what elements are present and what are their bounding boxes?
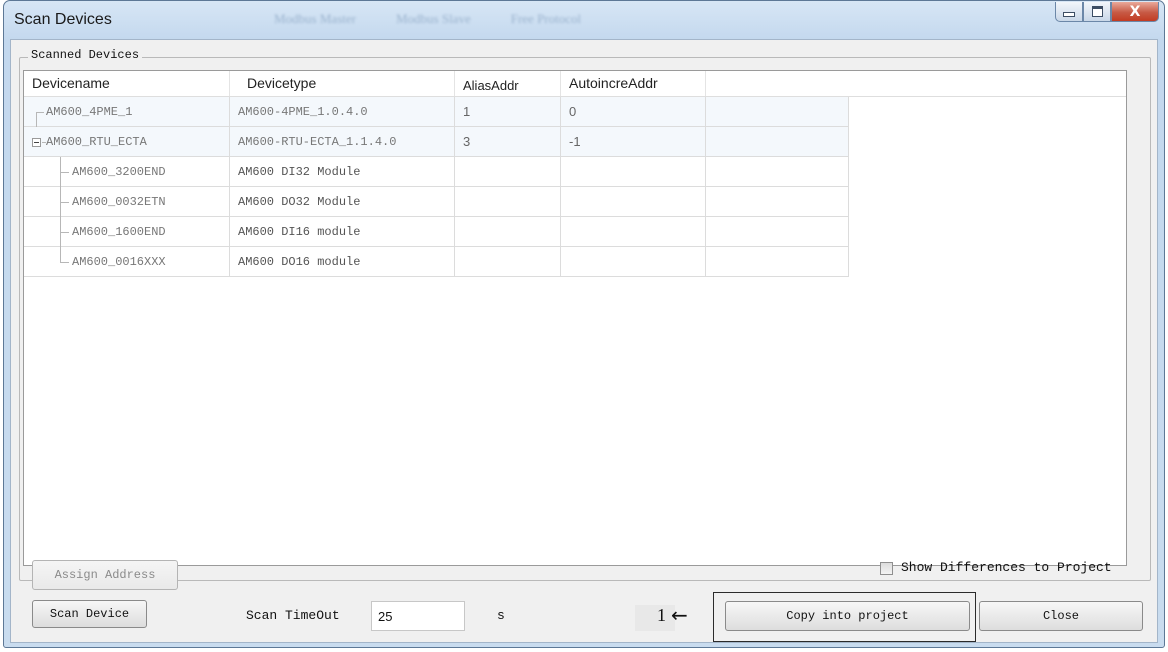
scan-devices-window: Scan Devices Modbus Master Modbus Slave … (3, 0, 1165, 648)
autoincre-addr: -1 (561, 127, 706, 157)
device-type: AM600 DO32 Module (230, 187, 455, 217)
close-window-button[interactable]: X (1111, 2, 1159, 22)
autoincre-addr (561, 217, 706, 247)
table-row[interactable]: AM600_RTU_ECTA AM600-RTU-ECTA_1.1.4.0 3 … (24, 127, 849, 157)
device-table[interactable]: Devicename Devicetype AliasAddr Autoincr… (23, 70, 1127, 566)
title-bar[interactable]: Scan Devices Modbus Master Modbus Slave … (4, 1, 1164, 39)
alias-addr (455, 187, 561, 217)
tree-connector (60, 202, 69, 203)
device-name: AM600_3200END (24, 157, 230, 187)
table-row[interactable]: AM600_1600END AM600 DI16 module (24, 217, 849, 247)
device-type: AM600 DO16 module (230, 247, 455, 277)
device-type: AM600 DI16 module (230, 217, 455, 247)
annotation-arrow-icon: ← (671, 603, 688, 627)
annotation-number: 1 (657, 605, 666, 625)
close-icon: X (1129, 3, 1141, 20)
table-row[interactable]: AM600_0032ETN AM600 DO32 Module (24, 187, 849, 217)
table-header: Devicename Devicetype AliasAddr Autoincr… (24, 71, 1126, 97)
column-header-autoincreaddr[interactable]: AutoincreAddr (561, 71, 706, 96)
alias-addr (455, 217, 561, 247)
tree-connector (60, 172, 69, 173)
device-type: AM600 DI32 Module (230, 157, 455, 187)
device-type: AM600-4PME_1.0.4.0 (230, 97, 455, 127)
scan-timeout-input[interactable] (371, 601, 465, 631)
column-header-aliasaddr[interactable]: AliasAddr (455, 71, 561, 96)
collapse-icon[interactable] (32, 138, 41, 147)
minimize-button[interactable] (1055, 2, 1083, 22)
tree-connector (36, 112, 37, 127)
tree-connector (60, 232, 69, 233)
autoincre-addr (561, 157, 706, 187)
autoincre-addr: 0 (561, 97, 706, 127)
table-row[interactable]: AM600_3200END AM600 DI32 Module (24, 157, 849, 187)
table-row[interactable]: AM600_4PME_1 AM600-4PME_1.0.4.0 1 0 (24, 97, 849, 127)
dialog-body: Scanned Devices Devicename Devicetype Al… (10, 39, 1158, 643)
group-title: Scanned Devices (28, 48, 143, 62)
show-differences-label[interactable]: Show Differences to Project (901, 560, 1112, 575)
scan-timeout-label: Scan TimeOut (246, 608, 340, 623)
alias-addr (455, 247, 561, 277)
autoincre-addr (561, 187, 706, 217)
device-name: AM600_1600END (24, 217, 230, 247)
background-tab: Free Protocol (510, 11, 582, 26)
background-tabs: Modbus Master Modbus Slave Free Protocol (274, 11, 581, 27)
device-type: AM600-RTU-ECTA_1.1.4.0 (230, 127, 455, 157)
window-title: Scan Devices (14, 11, 112, 28)
table-row[interactable]: AM600_0016XXX AM600 DO16 module (24, 247, 849, 277)
empty-cell (706, 217, 849, 247)
empty-cell (706, 97, 849, 127)
alias-addr: 3 (455, 127, 561, 157)
empty-cell (706, 187, 849, 217)
empty-cell (706, 127, 849, 157)
tree-connector (60, 262, 69, 263)
scan-device-button[interactable]: Scan Device (32, 600, 147, 628)
assign-address-button[interactable]: Assign Address (32, 560, 178, 590)
tree-connector (42, 142, 46, 143)
autoincre-addr (561, 247, 706, 277)
background-tab: Modbus Slave (395, 11, 471, 26)
copy-into-project-button[interactable]: Copy into project (725, 601, 970, 631)
caption-buttons: X (1055, 2, 1159, 22)
alias-addr (455, 157, 561, 187)
close-button[interactable]: Close (979, 601, 1143, 631)
scan-timeout-unit: s (497, 608, 505, 623)
maximize-icon (1091, 6, 1103, 17)
column-header-filler (706, 71, 1126, 96)
maximize-button[interactable] (1083, 2, 1111, 22)
background-tab: Modbus Master (274, 11, 356, 26)
empty-cell (706, 157, 849, 187)
column-header-devicetype[interactable]: Devicetype (230, 71, 455, 96)
device-name: AM600_4PME_1 (24, 97, 230, 127)
device-name: AM600_0016XXX (24, 247, 230, 277)
scanned-devices-group: Scanned Devices Devicename Devicetype Al… (19, 48, 1151, 581)
minimize-icon (1063, 12, 1075, 17)
device-name: AM600_RTU_ECTA (24, 127, 230, 157)
alias-addr: 1 (455, 97, 561, 127)
annotation-backdrop (635, 605, 675, 631)
column-header-devicename[interactable]: Devicename (24, 71, 230, 96)
device-name: AM600_0032ETN (24, 187, 230, 217)
tree-connector (36, 112, 44, 113)
show-differences-checkbox[interactable] (880, 562, 893, 575)
empty-cell (706, 247, 849, 277)
